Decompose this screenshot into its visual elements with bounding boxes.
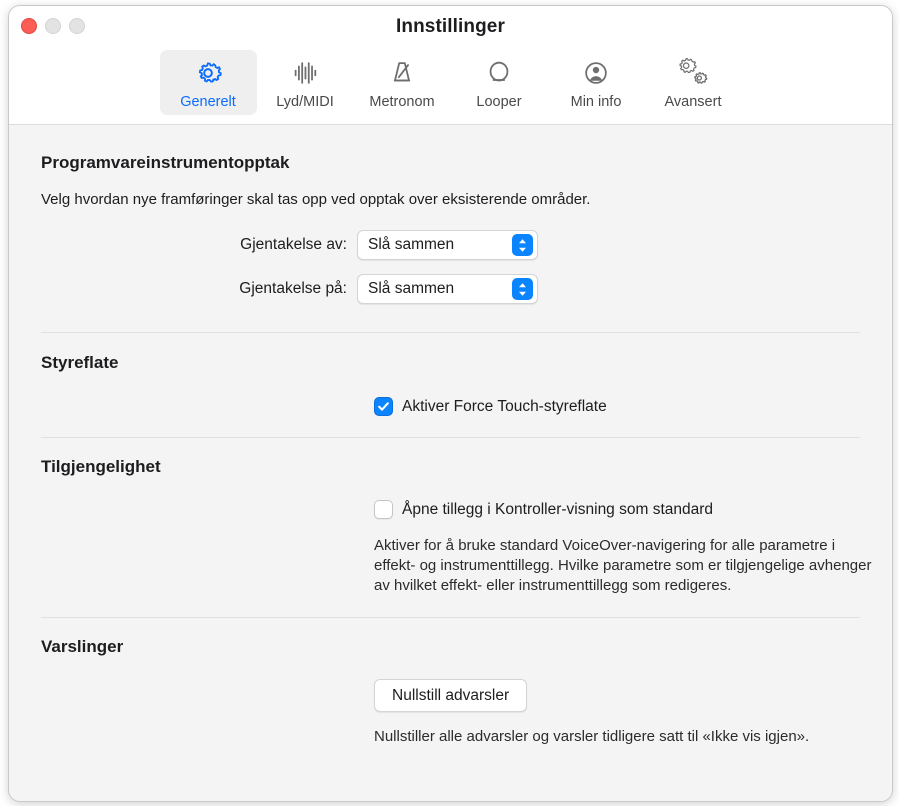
chevron-up-down-icon: [512, 278, 533, 300]
row-merge-on: Gjentakelse på: Slå sammen: [41, 274, 860, 304]
chevron-up-down-icon: [512, 234, 533, 256]
tab-looper[interactable]: Looper: [451, 50, 548, 115]
tab-label: Metronom: [369, 94, 435, 110]
section-title: Programvareinstrumentopptak: [41, 153, 290, 172]
metronome-icon: [387, 56, 417, 90]
force-touch-checkbox[interactable]: [374, 397, 393, 416]
reset-warnings-row: Nullstill advarsler: [374, 679, 860, 713]
section-notifications: Varslinger Nullstill advarsler Nullstill…: [9, 618, 892, 747]
tab-label: Looper: [476, 94, 522, 110]
preferences-toolbar: Generelt Lyd/MIDI Metronom Looper Min in…: [9, 50, 892, 115]
tab-label: Avansert: [664, 94, 722, 110]
preferences-window: Innstillinger Generelt Lyd/MIDI Metronom…: [8, 5, 893, 802]
title-bar: Innstillinger Generelt Lyd/MIDI Metronom…: [9, 6, 892, 125]
screenshot-root: Innstillinger Generelt Lyd/MIDI Metronom…: [0, 0, 899, 806]
tab-avansert[interactable]: Avansert: [645, 50, 742, 115]
section-accessibility: Tilgjengelighet Åpne tillegg i Kontrolle…: [9, 438, 892, 595]
tab-min-info[interactable]: Min info: [548, 50, 645, 115]
person-icon: [581, 56, 611, 90]
waveform-icon: [290, 56, 320, 90]
merge-off-value: Slå sammen: [368, 236, 455, 253]
merge-off-label: Gjentakelse av:: [240, 236, 347, 253]
window-title: Innstillinger: [396, 16, 505, 37]
force-touch-label: Aktiver Force Touch-styreflate: [402, 397, 607, 415]
controller-view-checkbox-row[interactable]: Åpne tillegg i Kontroller-visning som st…: [374, 500, 860, 519]
tab-label: Min info: [570, 94, 622, 110]
reset-warnings-button[interactable]: Nullstill advarsler: [374, 679, 528, 713]
section-description: Velg hvordan nye framføringer skal tas o…: [41, 191, 591, 208]
merge-off-popup[interactable]: Slå sammen: [357, 230, 538, 260]
accessibility-help-text: Aktiver for å bruke standard VoiceOver-n…: [374, 537, 872, 594]
section-title: Tilgjengelighet: [41, 457, 161, 476]
force-touch-checkbox-row[interactable]: Aktiver Force Touch-styreflate: [374, 397, 860, 416]
gear-icon: [193, 56, 223, 90]
controller-view-label: Åpne tillegg i Kontroller-visning som st…: [402, 500, 714, 518]
merge-on-label: Gjentakelse på:: [239, 280, 347, 297]
section-title: Styreflate: [41, 353, 119, 372]
row-merge-off: Gjentakelse av: Slå sammen: [41, 230, 860, 260]
notifications-help-text: Nullstiller alle advarsler og varsler ti…: [374, 728, 810, 746]
section-trackpad: Styreflate Aktiver Force Touch-styreflat…: [9, 333, 892, 416]
tab-label: Lyd/MIDI: [276, 94, 334, 110]
section-title: Varslinger: [41, 637, 124, 657]
tab-metronom[interactable]: Metronom: [354, 50, 451, 115]
section-software-instrument: Programvareinstrumentopptak Velg hvordan…: [9, 125, 892, 304]
gears-icon: [678, 56, 708, 90]
controller-view-checkbox[interactable]: [374, 500, 393, 519]
tab-lyd-midi[interactable]: Lyd/MIDI: [257, 50, 354, 115]
preferences-content: Programvareinstrumentopptak Velg hvordan…: [9, 125, 892, 801]
tab-label: Generelt: [180, 94, 236, 110]
merge-on-value: Slå sammen: [368, 280, 455, 297]
tab-generelt[interactable]: Generelt: [159, 50, 257, 115]
loop-icon: [484, 56, 514, 90]
merge-on-popup[interactable]: Slå sammen: [357, 274, 538, 304]
